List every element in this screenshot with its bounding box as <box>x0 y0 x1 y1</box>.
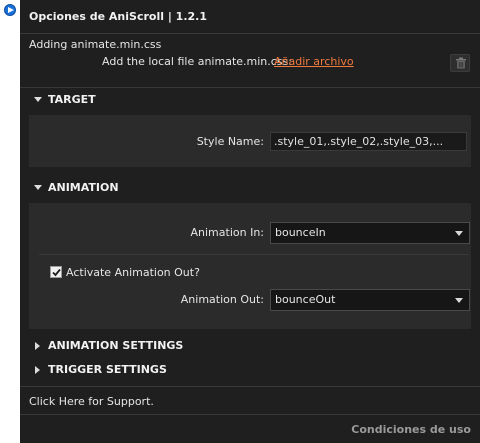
style-name-field[interactable]: .style_01,.style_02,.style_03,... <box>270 132 467 151</box>
animation-out-select[interactable]: bounceOut <box>270 289 470 311</box>
options-panel: Opciones de AniScroll | 1.2.1 Adding ani… <box>20 0 480 443</box>
animation-out-label: Animation Out: <box>180 293 264 306</box>
add-file-label: Add the local file animate.min.css: <box>102 55 292 68</box>
section-animation-settings-header[interactable]: ANIMATION SETTINGS <box>20 334 480 358</box>
triangle-down-icon <box>34 97 42 102</box>
terms-link[interactable]: Condiciones de uso <box>351 423 471 436</box>
panel-title: Opciones de AniScroll | 1.2.1 <box>20 0 480 34</box>
add-file-row: Add the local file animate.min.css: Añad… <box>20 55 480 73</box>
info-icon[interactable] <box>4 4 16 16</box>
trash-icon <box>456 57 466 69</box>
section-trigger-settings-label: TRIGGER SETTINGS <box>48 363 167 376</box>
activate-out-checkbox[interactable] <box>50 266 62 278</box>
section-trigger-settings-header[interactable]: TRIGGER SETTINGS <box>20 358 480 382</box>
section-animation-header[interactable]: ANIMATION <box>20 176 480 200</box>
animation-in-select[interactable]: bounceIn <box>270 222 470 244</box>
activate-out-label: Activate Animation Out? <box>66 266 200 279</box>
triangle-right-icon <box>35 366 40 374</box>
caret-down-icon <box>455 231 463 236</box>
animation-out-value: bounceOut <box>275 293 336 306</box>
divider <box>20 414 480 415</box>
divider <box>39 254 469 255</box>
section-animation-label: ANIMATION <box>48 181 119 194</box>
adding-status: Adding animate.min.css <box>29 38 162 51</box>
triangle-right-icon <box>35 342 40 350</box>
add-file-link[interactable]: Añadir archivo <box>274 55 354 68</box>
animation-section-body: Animation In: bounceIn Activate Animatio… <box>29 203 471 329</box>
caret-down-icon <box>455 298 463 303</box>
left-gutter <box>0 0 20 443</box>
animation-in-value: bounceIn <box>275 226 326 239</box>
section-animation-settings-label: ANIMATION SETTINGS <box>48 339 184 352</box>
section-target-label: TARGET <box>48 93 96 106</box>
target-section-body: Style Name: .style_01,.style_02,.style_0… <box>29 115 471 167</box>
trash-button[interactable] <box>450 54 470 72</box>
triangle-down-icon <box>34 185 42 190</box>
checkmark-icon <box>52 268 61 277</box>
animation-in-label: Animation In: <box>190 226 265 239</box>
section-target-header[interactable]: TARGET <box>20 88 480 112</box>
divider <box>20 386 480 387</box>
support-link[interactable]: Click Here for Support. <box>29 395 154 408</box>
style-name-label: Style Name: <box>196 135 264 148</box>
